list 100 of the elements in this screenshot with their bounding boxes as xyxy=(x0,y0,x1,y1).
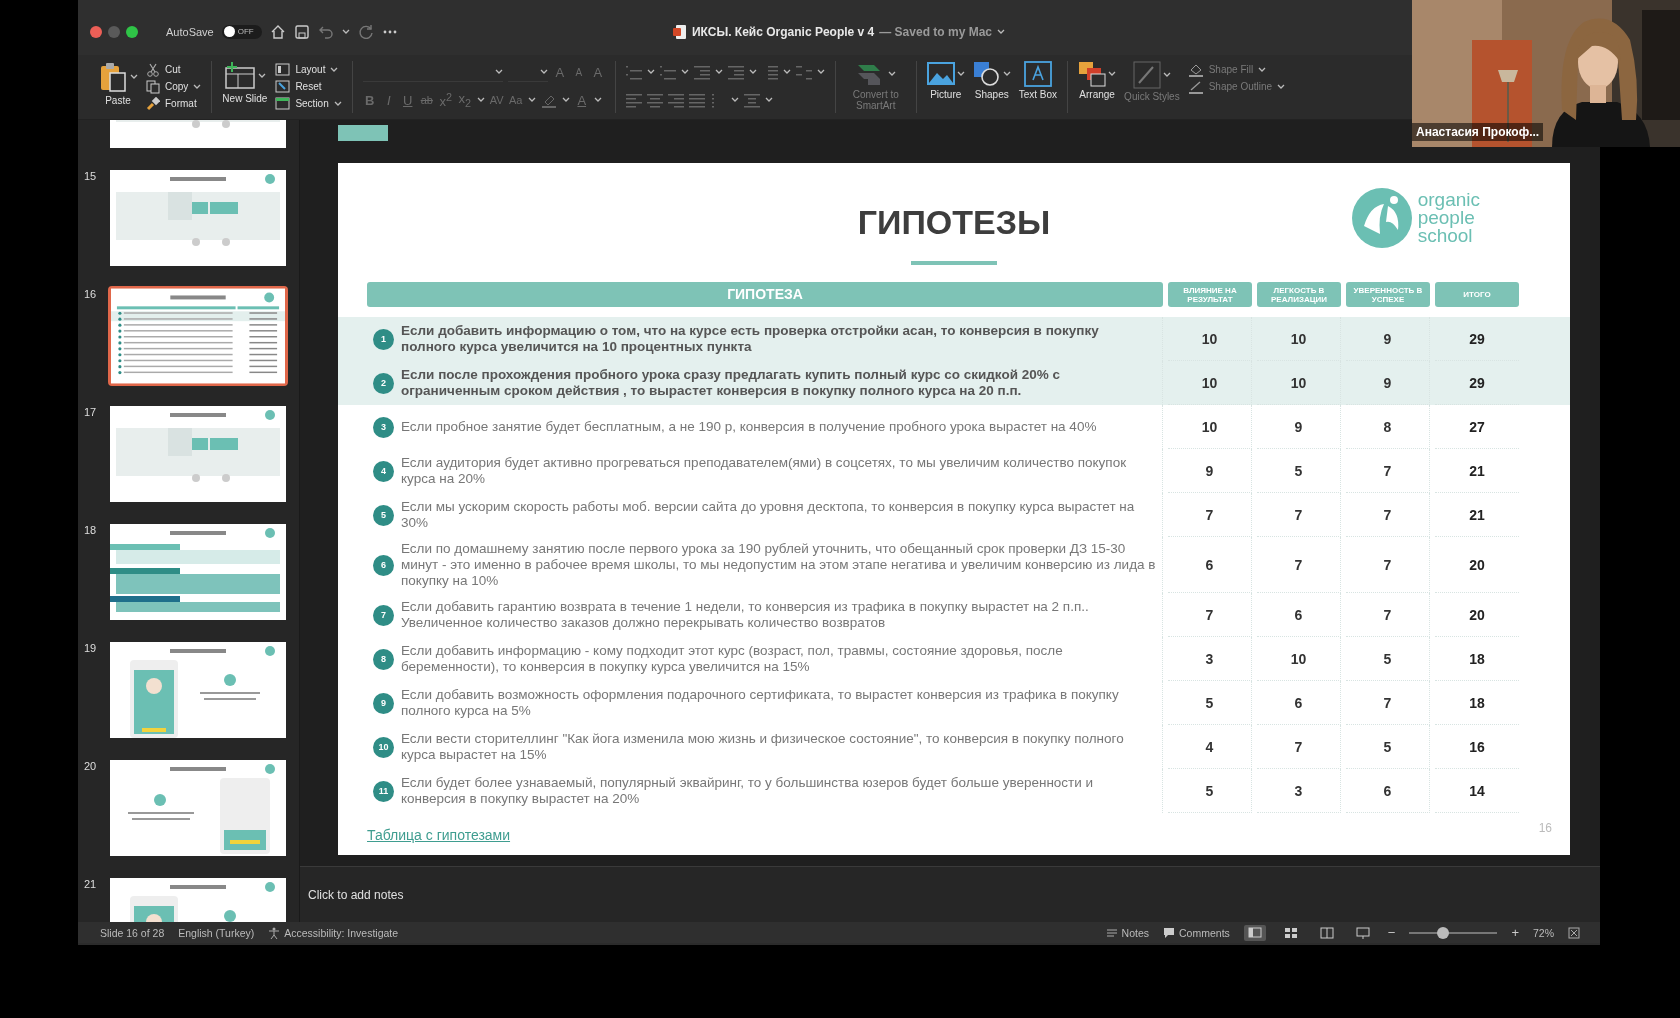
fit-to-window-icon[interactable] xyxy=(1568,926,1580,939)
slide-number: 15 xyxy=(84,169,98,182)
caret-icon xyxy=(816,69,825,75)
number-badge: 10 xyxy=(373,736,394,758)
caret-icon xyxy=(527,97,536,103)
close-button[interactable] xyxy=(90,25,102,38)
table-cell: 5 xyxy=(1346,637,1430,681)
logo-text: school xyxy=(1417,227,1473,245)
accessibility-icon xyxy=(268,926,281,939)
table-cell-text: Если будет более узнаваемый, популярный эквайринг, то у большинства юзеров будет больше уверенности и конверсия в покупку вырастет на 20% xyxy=(401,775,1095,807)
notes-field[interactable]: Click to add notes xyxy=(300,887,708,902)
ribbon-button[interactable]: Format xyxy=(146,95,202,112)
table-cell: 6 xyxy=(1257,681,1341,725)
table-cell: 20 xyxy=(1435,593,1519,637)
ribbon-button[interactable]: Copy xyxy=(146,78,202,95)
table-cell: 5 xyxy=(1257,449,1341,493)
caret-icon xyxy=(764,97,773,103)
caret-icon xyxy=(476,97,485,103)
slide-thumbnail[interactable] xyxy=(108,522,288,622)
number-badge: 4 xyxy=(373,460,394,482)
caret-icon xyxy=(748,69,757,75)
ribbon-button[interactable]: Section xyxy=(275,95,342,112)
caret-icon xyxy=(539,68,548,75)
ribbon-button[interactable]: Paste xyxy=(98,61,138,106)
table-cell: 10 xyxy=(1257,361,1341,405)
sorter-view-icon xyxy=(1283,925,1298,940)
table-cell: 10 xyxy=(1168,405,1252,449)
save-icon[interactable] xyxy=(293,23,310,40)
slide-number: 19 xyxy=(84,641,98,654)
ribbon-button[interactable]: Text Box xyxy=(1018,61,1058,100)
slide-thumbnail[interactable] xyxy=(108,168,288,268)
maximize-button[interactable] xyxy=(126,25,138,38)
table-cell: 7 xyxy=(1168,493,1252,537)
slide-number: 20 xyxy=(84,759,98,772)
participant-name: Анастасия Прокоф... xyxy=(1412,123,1544,141)
table-cell: 3 xyxy=(1257,769,1341,813)
slide-thumbnail[interactable] xyxy=(108,286,288,386)
language-label[interactable]: English (Turkey) xyxy=(178,926,255,939)
ribbon-button[interactable]: Picture xyxy=(926,61,965,100)
home-icon[interactable] xyxy=(269,23,286,40)
normal-view-icon xyxy=(1247,925,1262,940)
quick-styles-icon xyxy=(1132,61,1161,89)
column-header: ГИПОТЕЗА xyxy=(367,282,1163,307)
comments-button[interactable]: Comments xyxy=(1163,926,1230,939)
number-badge: 11 xyxy=(373,780,394,802)
number-badge: 5 xyxy=(373,504,394,526)
table-cell-text: Если добавить возможность оформления подарочного сертификата, то вырастет конверсия из трафика в покупку полного курса на 5% xyxy=(401,687,1120,719)
slider-thumb[interactable] xyxy=(1436,926,1449,939)
table-cell-text: Если вести сторителлинг "Как йога изменила мою жизнь и физическое состояние", то конверсия в покупку полного курса вырастет на 15% xyxy=(401,731,1125,763)
table-cell: 7 xyxy=(1346,493,1430,537)
autosave-toggle[interactable]: OFF xyxy=(221,24,262,39)
number-badge: 1 xyxy=(373,328,394,350)
table-cell: Если пробное занятие будет бесплатным, а не 190 р, конверсия в получение пробного урока вырастет на 40% xyxy=(401,419,1097,435)
page-number: 16 xyxy=(1538,821,1552,835)
section-icon xyxy=(275,97,291,110)
view-button[interactable] xyxy=(1243,924,1266,941)
ribbon-button[interactable]: Layout xyxy=(275,61,342,78)
clipboard-icon xyxy=(98,61,128,93)
caret-icon xyxy=(593,97,602,103)
reset-icon xyxy=(275,80,291,93)
slide-thumbnail[interactable] xyxy=(108,404,288,504)
column-header: ЛЕГКОСТЬ В РЕАЛИЗАЦИИ xyxy=(1257,282,1341,307)
table-cell: 20 xyxy=(1435,537,1519,593)
autosave-label: AutoSave xyxy=(166,25,214,38)
ribbon-button[interactable]: New Slide xyxy=(222,61,268,104)
table-cell: 18 xyxy=(1435,681,1519,725)
zoom-in-button[interactable]: + xyxy=(1511,925,1519,940)
table-cell: 5 xyxy=(1168,769,1252,813)
table-cell: Если по домашнему занятию после первого урока за 190 рублей уточнить, что обещанный срок проверки ДЗ 15-30 минут - это именно в рабочее время школы, то мы недопустим на этом этапе негатива и увеличим конверсию из лида в покупку на 10% xyxy=(401,541,1156,589)
slideshow-icon xyxy=(1355,925,1370,940)
picture-icon xyxy=(926,61,955,87)
number-badge: 8 xyxy=(373,648,394,670)
zoom-out-button[interactable]: − xyxy=(1387,925,1396,940)
logo-text: organic xyxy=(1417,191,1480,209)
save-status: — Saved to my Mac xyxy=(879,24,992,39)
document-icon xyxy=(673,23,687,40)
table-cell: 9 xyxy=(1257,405,1341,449)
table-cell: 3 xyxy=(1168,637,1252,681)
slide-thumbnail[interactable] xyxy=(108,640,288,740)
logo-text: people xyxy=(1417,209,1475,227)
table-cell: 9 xyxy=(1346,361,1430,405)
number-badge: 9 xyxy=(373,692,394,714)
number-badge: 6 xyxy=(373,554,394,576)
accessibility-label[interactable]: Accessibility: Investigate xyxy=(284,926,399,939)
column-header: ВЛИЯНИЕ НА РЕЗУЛЬТАТ xyxy=(1168,282,1252,307)
ribbon-button[interactable]: Reset xyxy=(275,78,342,95)
table-cell: 7 xyxy=(1168,593,1252,637)
slide-thumbnail[interactable] xyxy=(108,758,288,858)
notes-button[interactable]: Notes xyxy=(1105,926,1150,939)
logo-icon xyxy=(1349,186,1414,250)
table-cell: 7 xyxy=(1346,449,1430,493)
ribbon-button[interactable]: Arrange xyxy=(1078,61,1117,100)
ribbon-button[interactable]: Shapes xyxy=(972,61,1011,100)
brush-icon xyxy=(146,96,160,111)
column-header: УВЕРЕННОСТЬ В УСПЕХЕ xyxy=(1346,282,1430,307)
redo-icon[interactable] xyxy=(357,23,374,40)
minimize-button[interactable] xyxy=(108,25,120,38)
ribbon-button[interactable]: Cut xyxy=(146,61,202,78)
table-cell-text: Если после прохождения пробного урока сразу предлагать купить полный курс со скидкой 20% с ограниченным сроком действия , то вырастет конверсия в покупку полного курса на 20 п.п. xyxy=(401,367,1062,399)
zoom-level: 72% xyxy=(1533,926,1554,939)
